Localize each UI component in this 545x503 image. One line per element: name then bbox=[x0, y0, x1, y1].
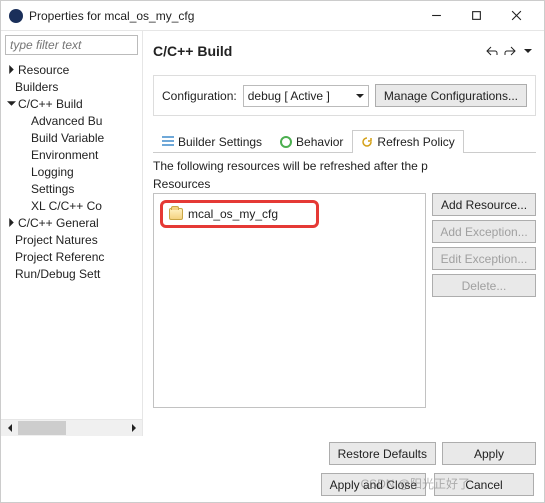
scroll-thumb[interactable] bbox=[18, 421, 66, 435]
tree-item-rundebug[interactable]: Run/Debug Sett bbox=[1, 265, 142, 282]
refresh-message: The following resources will be refreshe… bbox=[153, 159, 536, 173]
tree-item-cgeneral[interactable]: C/C++ General bbox=[1, 214, 142, 231]
add-resource-button[interactable]: Add Resource... bbox=[432, 193, 536, 216]
tree-item-cbuild[interactable]: C/C++ Build bbox=[1, 95, 142, 112]
horizontal-scrollbar[interactable] bbox=[1, 419, 142, 436]
tree-item-builders[interactable]: Builders bbox=[1, 78, 142, 95]
tree-item-environment[interactable]: Environment bbox=[1, 146, 142, 163]
maximize-button[interactable] bbox=[456, 2, 496, 30]
edit-exception-button: Edit Exception... bbox=[432, 247, 536, 270]
resources-label: Resources bbox=[153, 177, 536, 191]
back-icon[interactable] bbox=[484, 43, 500, 59]
chevron-down-icon bbox=[5, 98, 17, 110]
chevron-right-icon bbox=[5, 217, 17, 229]
tree-item-buildvars[interactable]: Build Variable bbox=[1, 129, 142, 146]
tree-item-settings[interactable]: Settings bbox=[1, 180, 142, 197]
restore-defaults-button[interactable]: Restore Defaults bbox=[329, 442, 436, 465]
scroll-right-button[interactable] bbox=[125, 420, 142, 436]
manage-config-button[interactable]: Manage Configurations... bbox=[375, 84, 527, 107]
config-label: Configuration: bbox=[162, 89, 237, 103]
filter-input[interactable] bbox=[5, 35, 138, 55]
tab-refresh-policy[interactable]: Refresh Policy bbox=[352, 130, 463, 153]
resource-item[interactable]: mcal_os_my_cfg bbox=[160, 200, 319, 228]
nav-tree: Resource Builders C/C++ Build Advanced B… bbox=[1, 59, 142, 419]
apply-button[interactable]: Apply bbox=[442, 442, 536, 465]
config-combo[interactable]: debug [ Active ] bbox=[243, 85, 369, 107]
menu-arrow-icon[interactable] bbox=[520, 43, 536, 59]
app-icon bbox=[9, 9, 23, 23]
config-value: debug [ Active ] bbox=[248, 89, 330, 103]
resource-name: mcal_os_my_cfg bbox=[188, 207, 278, 221]
tab-builder-settings[interactable]: Builder Settings bbox=[153, 130, 271, 153]
scroll-track[interactable] bbox=[18, 420, 125, 436]
tree-item-advanced[interactable]: Advanced Bu bbox=[1, 112, 142, 129]
list-icon bbox=[162, 136, 174, 148]
resources-list[interactable]: mcal_os_my_cfg bbox=[153, 193, 426, 408]
minimize-button[interactable] bbox=[416, 2, 456, 30]
chevron-down-icon bbox=[356, 89, 364, 103]
refresh-icon bbox=[361, 136, 373, 148]
tab-behavior[interactable]: Behavior bbox=[271, 130, 352, 153]
window-title: Properties for mcal_os_my_cfg bbox=[29, 9, 194, 23]
delete-button: Delete... bbox=[432, 274, 536, 297]
tree-item-resource[interactable]: Resource bbox=[1, 61, 142, 78]
forward-icon[interactable] bbox=[502, 43, 518, 59]
tree-item-references[interactable]: Project Referenc bbox=[1, 248, 142, 265]
scroll-left-button[interactable] bbox=[1, 420, 18, 436]
folder-icon bbox=[169, 208, 183, 220]
close-button[interactable] bbox=[496, 2, 536, 30]
add-exception-button: Add Exception... bbox=[432, 220, 536, 243]
tree-item-logging[interactable]: Logging bbox=[1, 163, 142, 180]
page-title: C/C++ Build bbox=[153, 43, 482, 59]
chevron-right-icon bbox=[5, 64, 17, 76]
apply-close-button[interactable]: Apply and Close bbox=[321, 473, 426, 496]
tree-item-natures[interactable]: Project Natures bbox=[1, 231, 142, 248]
cancel-button[interactable]: Cancel bbox=[434, 473, 534, 496]
tree-item-xl[interactable]: XL C/C++ Co bbox=[1, 197, 142, 214]
dot-icon bbox=[280, 136, 292, 148]
